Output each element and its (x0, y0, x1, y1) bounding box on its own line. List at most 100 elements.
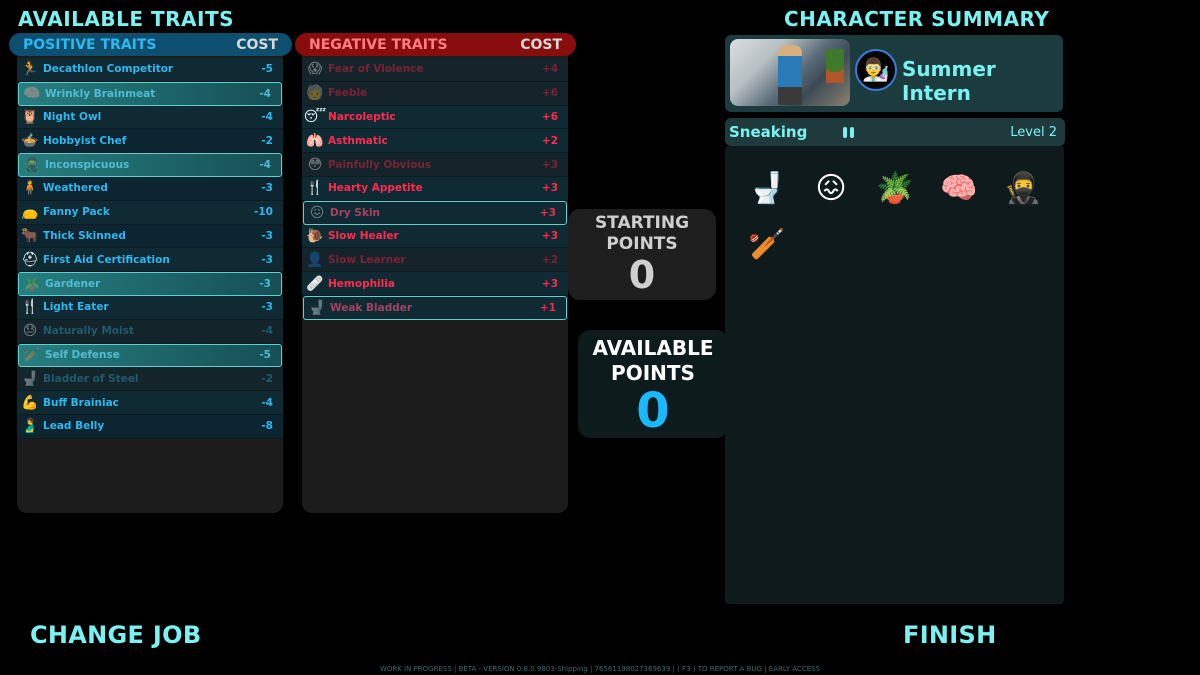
trait-name: Weak Bladder (330, 301, 413, 314)
trait-cost: +4 (541, 63, 558, 76)
trait-row[interactable]: 🚽 Weak Bladder +1 (303, 295, 567, 320)
trait-row[interactable]: 🐌 Slow Healer +3 (302, 224, 568, 249)
skill-level: Level 2 (1010, 124, 1057, 140)
hide-icon: 🐂 (21, 227, 39, 244)
scared-face-icon: 😱 (307, 61, 323, 78)
trait-cost: -3 (261, 182, 273, 195)
available-points-value: 0 (636, 383, 670, 439)
trait-name: Asthmatic (328, 134, 388, 147)
trait-row[interactable]: 😱 Fear of Violence +4 (302, 58, 568, 82)
trait-name: Hemophilia (328, 277, 395, 290)
trait-row[interactable]: 🫃 Lead Belly -8 (17, 414, 283, 439)
available-points-label: AVAILABLE POINTS (578, 336, 728, 386)
trait-row[interactable]: 🏃 Decathlon Competitor -5 (17, 58, 283, 82)
positive-cost-header: COST (236, 36, 278, 53)
owl-icon: 🦉 (21, 108, 39, 125)
trait-name: Gardener (45, 278, 101, 291)
trait-name: Feeble (328, 87, 368, 100)
negative-traits-list: 😱 Fear of Violence +4 🧓 Feeble +6 😴 Narcoleptic… (302, 58, 568, 320)
fork-knife-icon: 🍴 (21, 299, 39, 316)
trait-row[interactable]: 🩹 Hemophilia +3 (302, 272, 568, 296)
trait-name: Night Owl (43, 110, 102, 123)
trait-row[interactable]: 😓 Naturally Moist -4 (17, 319, 283, 344)
trait-row[interactable]: 🧍 Weathered -3 (17, 176, 283, 201)
starting-points-value: 0 (628, 253, 656, 297)
change-job-button[interactable]: CHANGE JOB (30, 621, 201, 649)
skill-level-pips (843, 126, 855, 138)
trait-row[interactable]: 🍲 Hobbyist Chef -2 (17, 129, 283, 154)
available-traits-heading: AVAILABLE TRAITS (18, 7, 235, 31)
trait-name: Bladder of Steel (43, 372, 139, 385)
trait-row[interactable]: 🧓 Feeble +6 (302, 81, 568, 106)
background-plant (826, 49, 844, 83)
trait-cost: -4 (259, 159, 271, 172)
trait-name: Slow Learner (328, 253, 406, 266)
trait-row[interactable]: 🪴 Gardener -3 (18, 272, 282, 296)
character-card: 👨‍🔬 Summer Intern (725, 35, 1063, 112)
available-label-line1: AVAILABLE (592, 336, 714, 360)
trait-row[interactable]: 😖 Dry Skin +3 (303, 200, 567, 225)
itchy-face-icon[interactable]: 😖 (799, 160, 863, 216)
elderly-cane-icon: 🧓 (306, 85, 324, 102)
cooking-pot-icon: 🍲 (21, 132, 39, 149)
skill-pip (850, 126, 855, 138)
finish-button[interactable]: FINISH (903, 621, 997, 649)
trait-name: Painfully Obvious (328, 158, 432, 171)
negative-traits-tab[interactable]: NEGATIVE TRAITS COST (295, 33, 576, 56)
brain-icon[interactable]: 🧠 (927, 160, 991, 216)
job-name: Summer Intern (902, 57, 996, 105)
negative-traits-label: NEGATIVE TRAITS (309, 36, 448, 53)
potted-plant-icon: 🪴 (23, 276, 41, 293)
positive-traits-list: 🏃 Decathlon Competitor -5 🧠 Wrinkly Brainmea… (17, 58, 283, 439)
trait-cost: -8 (261, 420, 273, 433)
ninja-icon[interactable]: 🥷 (991, 160, 1055, 216)
trait-row[interactable]: 😴 Narcoleptic +6 (302, 105, 568, 130)
potted-plant-icon[interactable]: 🪴 (863, 160, 927, 216)
trait-cost: -4 (261, 110, 273, 123)
trait-cost: +3 (541, 277, 558, 290)
trait-row[interactable]: 🍴 Hearty Appetite +3 (302, 176, 568, 201)
trait-row[interactable]: 🍴 Light Eater -3 (17, 295, 283, 320)
trait-row[interactable]: 👝 Fanny Pack -10 (17, 200, 283, 225)
trait-cost: +3 (541, 158, 558, 171)
trait-row[interactable]: 🚽 Bladder of Steel -2 (17, 367, 283, 392)
starting-label-line1: STARTING (594, 213, 690, 233)
trait-name: Fear of Violence (328, 63, 424, 76)
brain-icon: 🧠 (23, 85, 41, 102)
skill-pip (843, 126, 848, 138)
trait-cost: +2 (541, 134, 558, 147)
trait-row[interactable]: 🦉 Night Owl -4 (17, 105, 283, 130)
trait-row[interactable]: 💪 Buff Brainiac -4 (17, 391, 283, 415)
trait-row[interactable]: 🫁 Asthmatic +2 (302, 129, 568, 154)
trait-cost: +2 (541, 253, 558, 266)
character-summary-heading: CHARACTER SUMMARY (784, 7, 1050, 31)
trait-row[interactable]: 🐂 Thick Skinned -3 (17, 224, 283, 249)
trait-row[interactable]: 🥷 Inconspicuous -4 (18, 153, 282, 177)
baseball-bat-icon[interactable]: 🏏 (735, 216, 799, 272)
trait-row[interactable]: ⛑ First Aid Certification -3 (17, 248, 283, 273)
trait-cost: -3 (261, 229, 273, 242)
bandage-icon: 🩹 (306, 275, 324, 292)
trait-name: Thick Skinned (43, 229, 126, 242)
trait-cost: +6 (541, 87, 558, 100)
sweaty-face-icon: 😓 (22, 323, 38, 340)
toilet-icon[interactable]: 🚽 (735, 160, 799, 216)
positive-traits-panel: 🏃 Decathlon Competitor -5 🧠 Wrinkly Brainmea… (17, 36, 283, 513)
available-points-box: AVAILABLE POINTS 0 (578, 330, 728, 438)
trait-cost: +3 (541, 229, 558, 242)
positive-traits-tab[interactable]: POSITIVE TRAITS COST (9, 33, 292, 56)
trait-row[interactable]: 👤 Slow Learner +2 (302, 248, 568, 273)
trait-cost: -10 (254, 206, 273, 219)
trait-row[interactable]: 🧠 Wrinkly Brainmeat -4 (18, 81, 282, 106)
trait-name: Naturally Moist (43, 325, 134, 338)
trait-cost: -5 (261, 63, 273, 76)
trait-cost: -4 (261, 396, 273, 409)
trait-row[interactable]: 🏏 Self Defense -5 (18, 343, 282, 368)
trait-name: Dry Skin (330, 206, 381, 219)
selected-traits-icons: 🚽 😖 🪴 🧠 🥷 🏏 (735, 160, 1055, 272)
trait-cost: -3 (259, 278, 271, 291)
trait-cost: -3 (261, 253, 273, 266)
character-figure (778, 45, 802, 105)
trait-cost: +1 (539, 301, 556, 314)
trait-row[interactable]: 😳 Painfully Obvious +3 (302, 153, 568, 177)
